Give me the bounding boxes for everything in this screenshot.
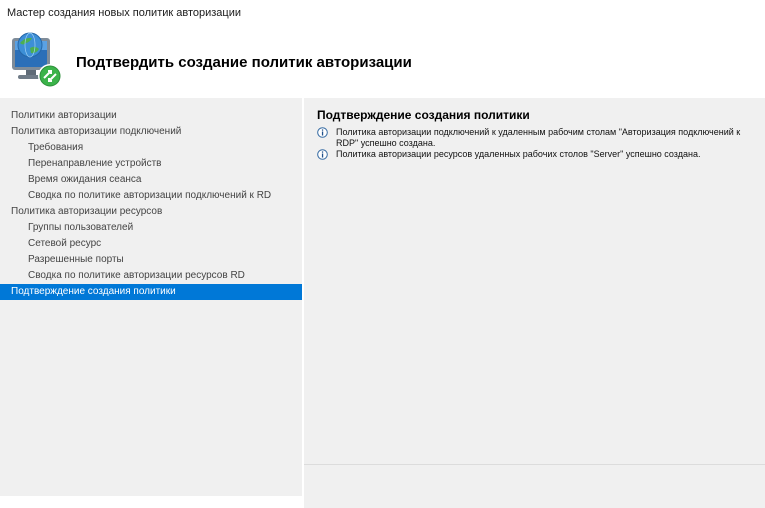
sidebar-item-session-timeout[interactable]: Время ожидания сеанса	[0, 172, 302, 188]
sidebar-item-requirements[interactable]: Требования	[0, 140, 302, 156]
wizard-steps-list: Политики авторизации Политика авторизаци…	[0, 108, 302, 300]
sidebar-item-resource-authorization-policy[interactable]: Политика авторизации ресурсов	[0, 204, 302, 220]
sidebar-footer	[0, 496, 302, 508]
sidebar-item-authorization-policies[interactable]: Политики авторизации	[0, 108, 302, 124]
content-heading: Подтверждение создания политики	[317, 108, 530, 122]
sidebar-item-device-redirection[interactable]: Перенаправление устройств	[0, 156, 302, 172]
wizard-header: Подтвердить создание политик авторизации	[0, 24, 765, 98]
network-globe-icon	[12, 32, 62, 88]
result-message-text: Политика авторизации подключений к удале…	[336, 127, 741, 148]
info-icon	[317, 127, 328, 138]
info-icon	[317, 149, 328, 160]
wizard-steps-sidebar: Политики авторизации Политика авторизаци…	[0, 98, 302, 496]
sidebar-item-connection-authorization-policy[interactable]: Политика авторизации подключений	[0, 124, 302, 140]
result-message-text: Политика авторизации ресурсов удаленных …	[336, 149, 701, 159]
sidebar-item-allowed-ports[interactable]: Разрешенные порты	[0, 252, 302, 268]
sidebar-item-connection-policy-summary[interactable]: Сводка по политике авторизации подключен…	[0, 188, 302, 204]
title-bar: Мастер создания новых политик авторизаци…	[0, 0, 765, 24]
sidebar-item-confirmation[interactable]: Подтверждение создания политики	[0, 284, 302, 300]
sidebar-item-user-groups[interactable]: Группы пользователей	[0, 220, 302, 236]
sidebar-item-network-resource[interactable]: Сетевой ресурс	[0, 236, 302, 252]
content-footer	[304, 465, 765, 508]
sidebar-item-resource-policy-summary[interactable]: Сводка по политике авторизации ресурсов …	[0, 268, 302, 284]
window-title: Мастер создания новых политик авторизаци…	[7, 7, 242, 19]
page-title: Подтвердить создание политик авторизации	[76, 54, 412, 71]
main-content: Подтверждение создания политики Политика…	[304, 98, 765, 464]
